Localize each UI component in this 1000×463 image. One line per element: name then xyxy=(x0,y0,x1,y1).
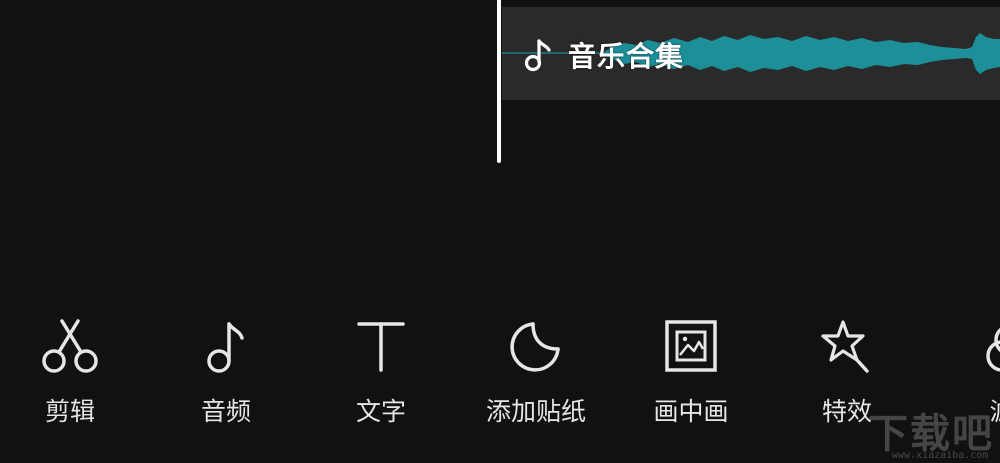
audio-track-label: 音乐合集 xyxy=(522,35,684,75)
toolbar-item-label: 音频 xyxy=(200,397,251,426)
toolbar-item-pip[interactable]: 画中画 xyxy=(621,310,761,430)
toolbar-item-label: 添加贴纸 xyxy=(485,397,586,426)
music-note-icon xyxy=(196,316,256,376)
toolbar-item-cut[interactable]: 剪辑 xyxy=(0,310,140,430)
toolbar-item-text[interactable]: 文字 xyxy=(311,310,451,430)
bottom-toolbar: 剪辑 音频 文字 添加贴纸 画中画 特效 xyxy=(0,310,1000,430)
audio-track-title: 音乐合集 xyxy=(568,40,685,73)
toolbar-item-label: 画中画 xyxy=(653,397,729,426)
toolbar-item-audio[interactable]: 音频 xyxy=(156,310,296,430)
filter-icon xyxy=(972,316,1000,376)
scissors-icon xyxy=(40,316,100,376)
watermark-logo: 下载吧 www.xiazaiba.com xyxy=(864,399,994,461)
text-t-icon xyxy=(351,316,411,376)
toolbar-item-label: 剪辑 xyxy=(44,397,95,426)
timeline-playhead[interactable] xyxy=(497,0,501,163)
watermark-url: www.xiazaiba.com xyxy=(892,450,989,461)
sticker-icon xyxy=(506,316,566,376)
music-note-icon xyxy=(524,39,551,72)
toolbar-item-sticker[interactable]: 添加贴纸 xyxy=(466,310,606,430)
editor-screen: 音乐合集 剪辑 音频 文字 添加贴纸 画中画 特效 下载吧 www.xiazai… xyxy=(0,0,1000,463)
star-magic-icon xyxy=(817,316,877,376)
toolbar-item-label: 文字 xyxy=(355,397,406,426)
picture-in-picture-icon xyxy=(661,316,721,376)
audio-track-clip[interactable]: 音乐合集 xyxy=(502,7,1000,100)
